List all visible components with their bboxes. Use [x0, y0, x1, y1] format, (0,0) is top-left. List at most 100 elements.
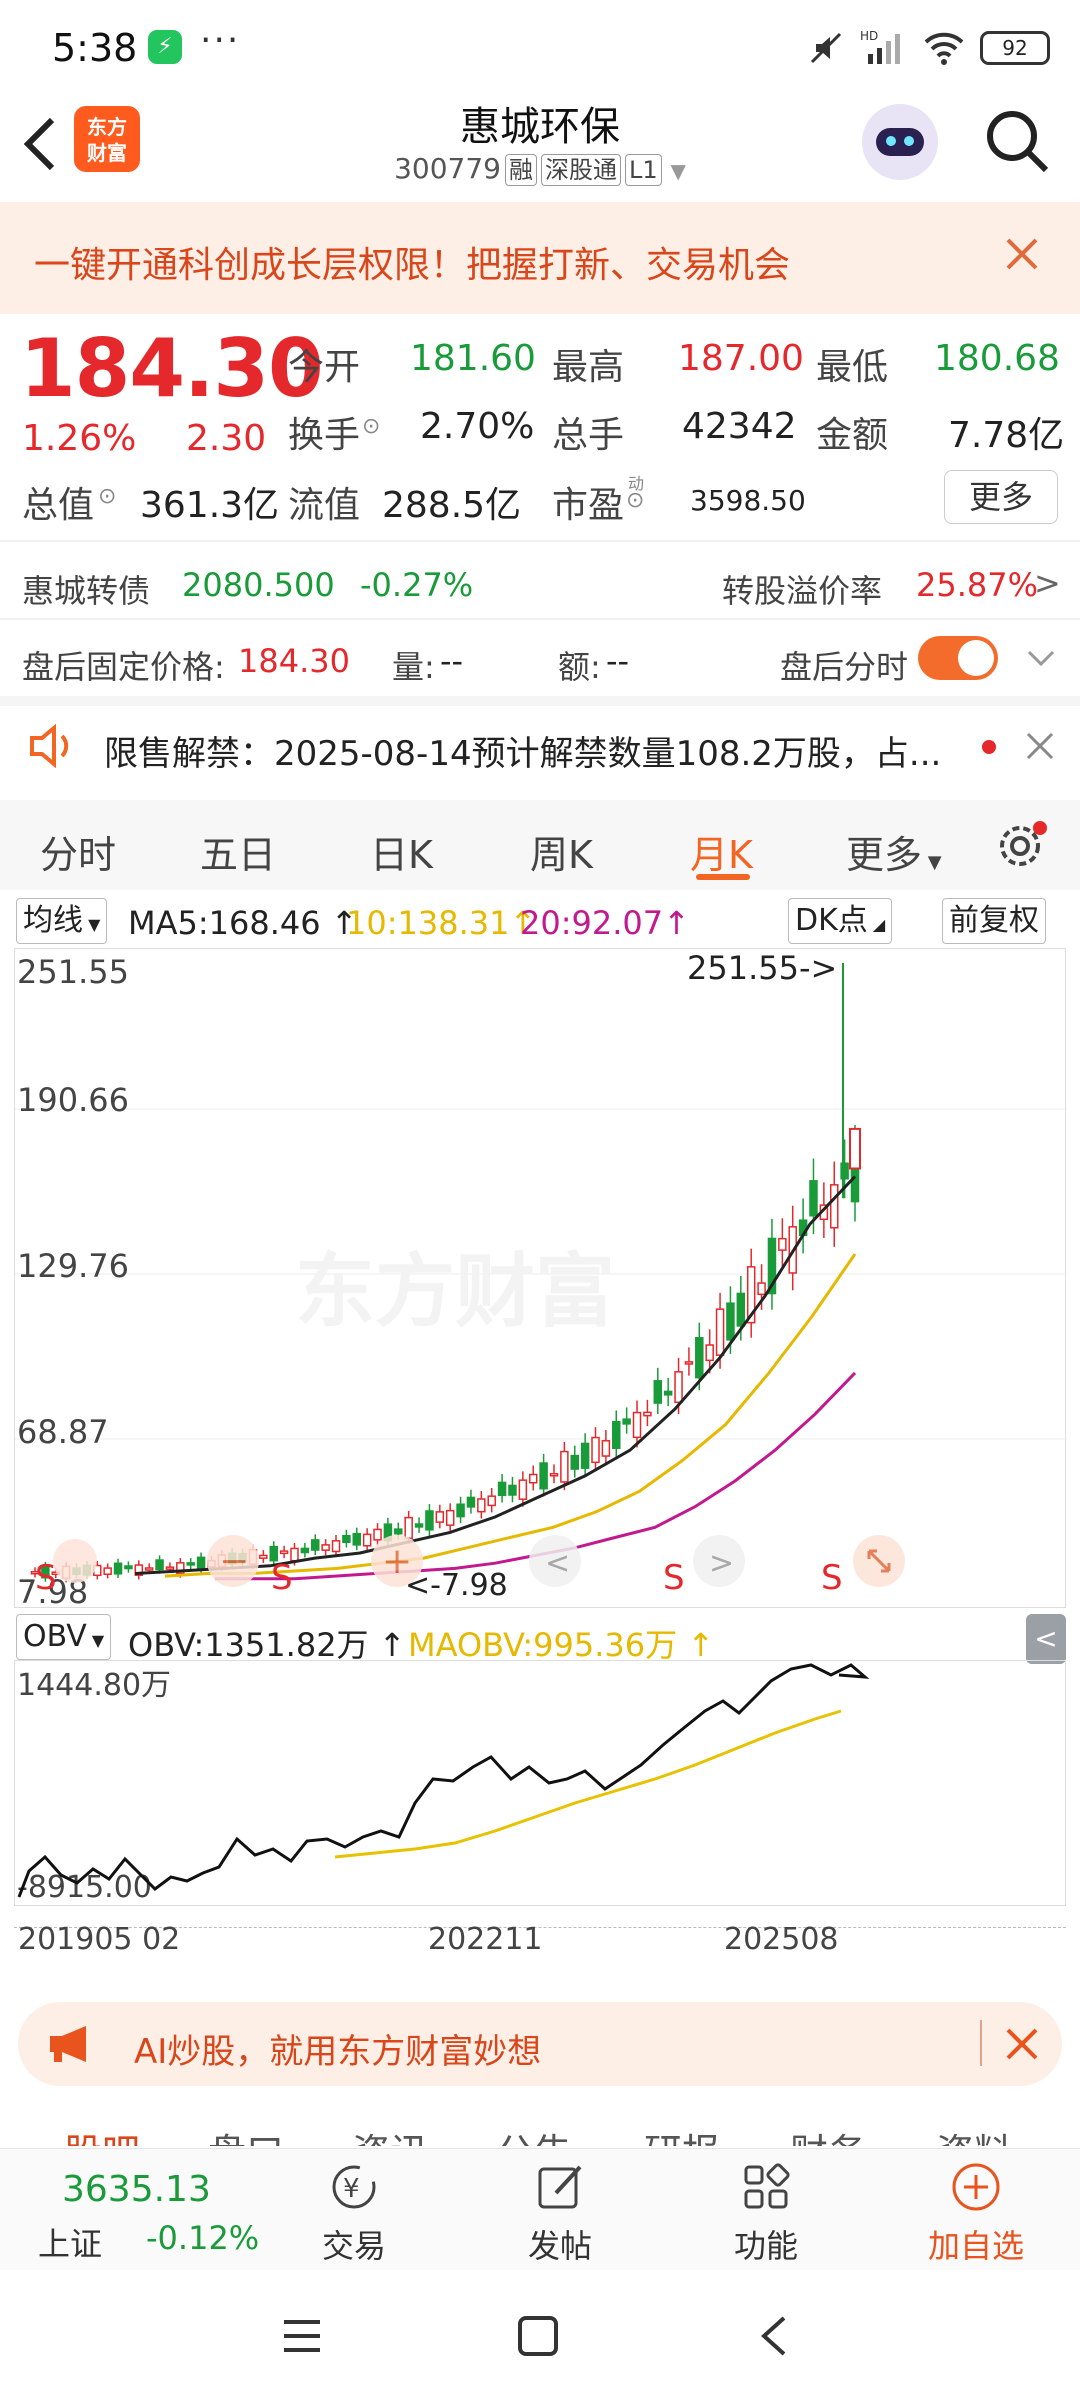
info-dots-icon[interactable]: ⊙ — [362, 414, 380, 439]
adjust-select[interactable]: 前复权 — [942, 898, 1046, 944]
ai-assistant-avatar[interactable] — [862, 104, 938, 180]
ai-promo-banner[interactable]: AI炒股，就用东方财富妙想 — [18, 2002, 1062, 2086]
candle-body — [539, 1462, 548, 1490]
candle-body — [549, 1473, 559, 1477]
unlock-notice[interactable]: 限售解禁：2025-08-14预计解禁数量108.2万股，占... — [0, 700, 1080, 794]
battery-icon: 92 — [980, 31, 1050, 65]
max-price-marker: 251.55-> — [687, 949, 837, 987]
y-label-3: 129.76 — [17, 1247, 129, 1285]
candle-body — [705, 1344, 714, 1362]
obv-chart[interactable]: 1444.80万 -8915.00 — [14, 1660, 1066, 1906]
maobv-line — [334, 1709, 842, 1859]
candle-body — [456, 1503, 465, 1518]
settings-gear-icon[interactable] — [996, 818, 1048, 870]
home-square-icon[interactable] — [516, 2314, 560, 2358]
candle-body — [144, 1567, 154, 1571]
candle-body — [612, 1420, 621, 1449]
amount-label: 金额 — [816, 415, 889, 456]
candle-body — [497, 1481, 507, 1497]
close-icon[interactable] — [1004, 2026, 1040, 2062]
close-icon[interactable] — [1002, 234, 1042, 274]
pe-value: 3598.50 — [690, 484, 806, 517]
tab-daily-k[interactable]: 日K — [370, 824, 433, 879]
candle-body — [580, 1442, 590, 1469]
chart-control-button[interactable] — [53, 1539, 97, 1583]
candle-body — [487, 1495, 496, 1507]
obv-y-top: 1444.80万 — [17, 1668, 171, 1703]
index-ticker[interactable]: 3635.13 上证 -0.12% — [0, 2149, 259, 2271]
x-label-end: 202508 — [724, 1922, 839, 1957]
convertible-bond-row[interactable]: 惠城转债 2080.500 -0.27% 转股溢价率 25.87% > — [0, 546, 1080, 618]
tab-five-day[interactable]: 五日 — [200, 824, 276, 879]
after-hours-price: 184.30 — [238, 642, 350, 680]
dk-select[interactable]: DK点 ◢ — [788, 898, 893, 944]
tab-more[interactable]: 更多 ▼ — [846, 824, 942, 879]
after-hours-toggle[interactable] — [918, 636, 998, 680]
y-label-top: 251.55 — [17, 953, 129, 991]
back-icon[interactable] — [756, 2314, 792, 2358]
after-hours-label: 盘后固定价格: — [22, 648, 225, 686]
tab-weekly-k[interactable]: 周K — [530, 824, 593, 879]
candle-body — [653, 1380, 663, 1404]
nav-trade[interactable]: ¥ 交易 — [294, 2149, 414, 2271]
kline-chart[interactable]: 东方财富 251.55 190.66 129.76 68.87 7.98 251… — [14, 948, 1067, 1611]
ma5-line — [134, 1175, 857, 1575]
dropdown-caret-icon: ▼ — [670, 159, 686, 183]
tab-orderbook[interactable]: 盘口 — [208, 2122, 284, 2146]
kline-toolbar: 均线 ▼ MA5:168.46 ↑ 10:138.31↑ 20:92.07↑ D… — [0, 892, 1080, 952]
volume-label: 总手 — [552, 415, 625, 456]
candle-body — [663, 1390, 673, 1396]
candle-body — [435, 1511, 445, 1523]
change-percent: 1.26% — [22, 418, 137, 459]
tab-research[interactable]: 研报 — [644, 2122, 720, 2146]
high-label: 最高 — [552, 347, 625, 388]
ma5-value: MA5:168.46 ↑ — [128, 904, 358, 942]
status-bar: 5:38 ⚡ ··· HD 92 — [0, 0, 1080, 100]
close-icon[interactable] — [1024, 730, 1056, 762]
nav-add-watchlist[interactable]: 加自选 — [916, 2149, 1036, 2271]
ma-select[interactable]: 均线 ▼ — [16, 898, 108, 944]
chevron-right-icon: > — [709, 1546, 734, 1581]
more-button[interactable]: 更多 — [944, 470, 1058, 524]
pe-label: 市盈 — [552, 485, 625, 526]
chevron-down-icon[interactable] — [1026, 648, 1056, 668]
info-dots-icon[interactable]: ⊙ — [98, 484, 116, 509]
obv-svg: 1444.80万 -8915.00 — [17, 1663, 870, 1905]
candle-body — [736, 1292, 746, 1327]
notice-text: 限售解禁：2025-08-14预计解禁数量108.2万股，占... — [104, 734, 942, 774]
open-label: 今开 — [288, 347, 361, 388]
candle-body — [196, 1556, 206, 1570]
candle-body — [352, 1532, 362, 1546]
tab-news[interactable]: 资讯 — [352, 2122, 428, 2146]
tab-profile[interactable]: 资料 — [936, 2122, 1012, 2146]
wifi-icon — [924, 32, 964, 65]
search-icon[interactable] — [982, 106, 1052, 176]
nav-post[interactable]: 发帖 — [500, 2149, 620, 2271]
candle-body — [632, 1411, 642, 1439]
amount-value: 7.78亿 — [948, 415, 1065, 456]
candle-body — [508, 1484, 517, 1496]
candle-body — [591, 1436, 600, 1464]
sell-marker: S — [821, 1558, 843, 1598]
tab-intraday[interactable]: 分时 — [40, 824, 116, 879]
collapse-panel-button[interactable]: < — [1026, 1614, 1066, 1664]
tab-forum[interactable]: 股吧 — [64, 2122, 140, 2146]
candle-body — [601, 1440, 611, 1457]
menu-icon[interactable] — [280, 2316, 324, 2356]
sell-marker: S — [663, 1558, 685, 1598]
ma10-value: 10:138.31↑ — [346, 904, 537, 942]
float-value: 288.5亿 — [382, 485, 522, 526]
nav-functions[interactable]: 功能 — [706, 2149, 826, 2271]
tab-financials[interactable]: 财务 — [790, 2122, 866, 2146]
info-dots-icon[interactable]: ⊙ — [626, 488, 644, 513]
promo-banner[interactable]: 一键开通科创成长层权限！把握打新、交易机会 — [0, 202, 1080, 314]
candle-body — [829, 1184, 839, 1229]
tab-monthly-k[interactable]: 月K — [690, 824, 753, 879]
candle-body — [809, 1180, 818, 1217]
candle-body — [726, 1302, 735, 1341]
candle-body — [445, 1509, 455, 1526]
index-name: 上证 — [38, 2225, 103, 2263]
candle-body — [300, 1547, 310, 1554]
tab-announcements[interactable]: 公告 — [496, 2122, 572, 2146]
obv-select[interactable]: OBV ▼ — [16, 1614, 112, 1660]
